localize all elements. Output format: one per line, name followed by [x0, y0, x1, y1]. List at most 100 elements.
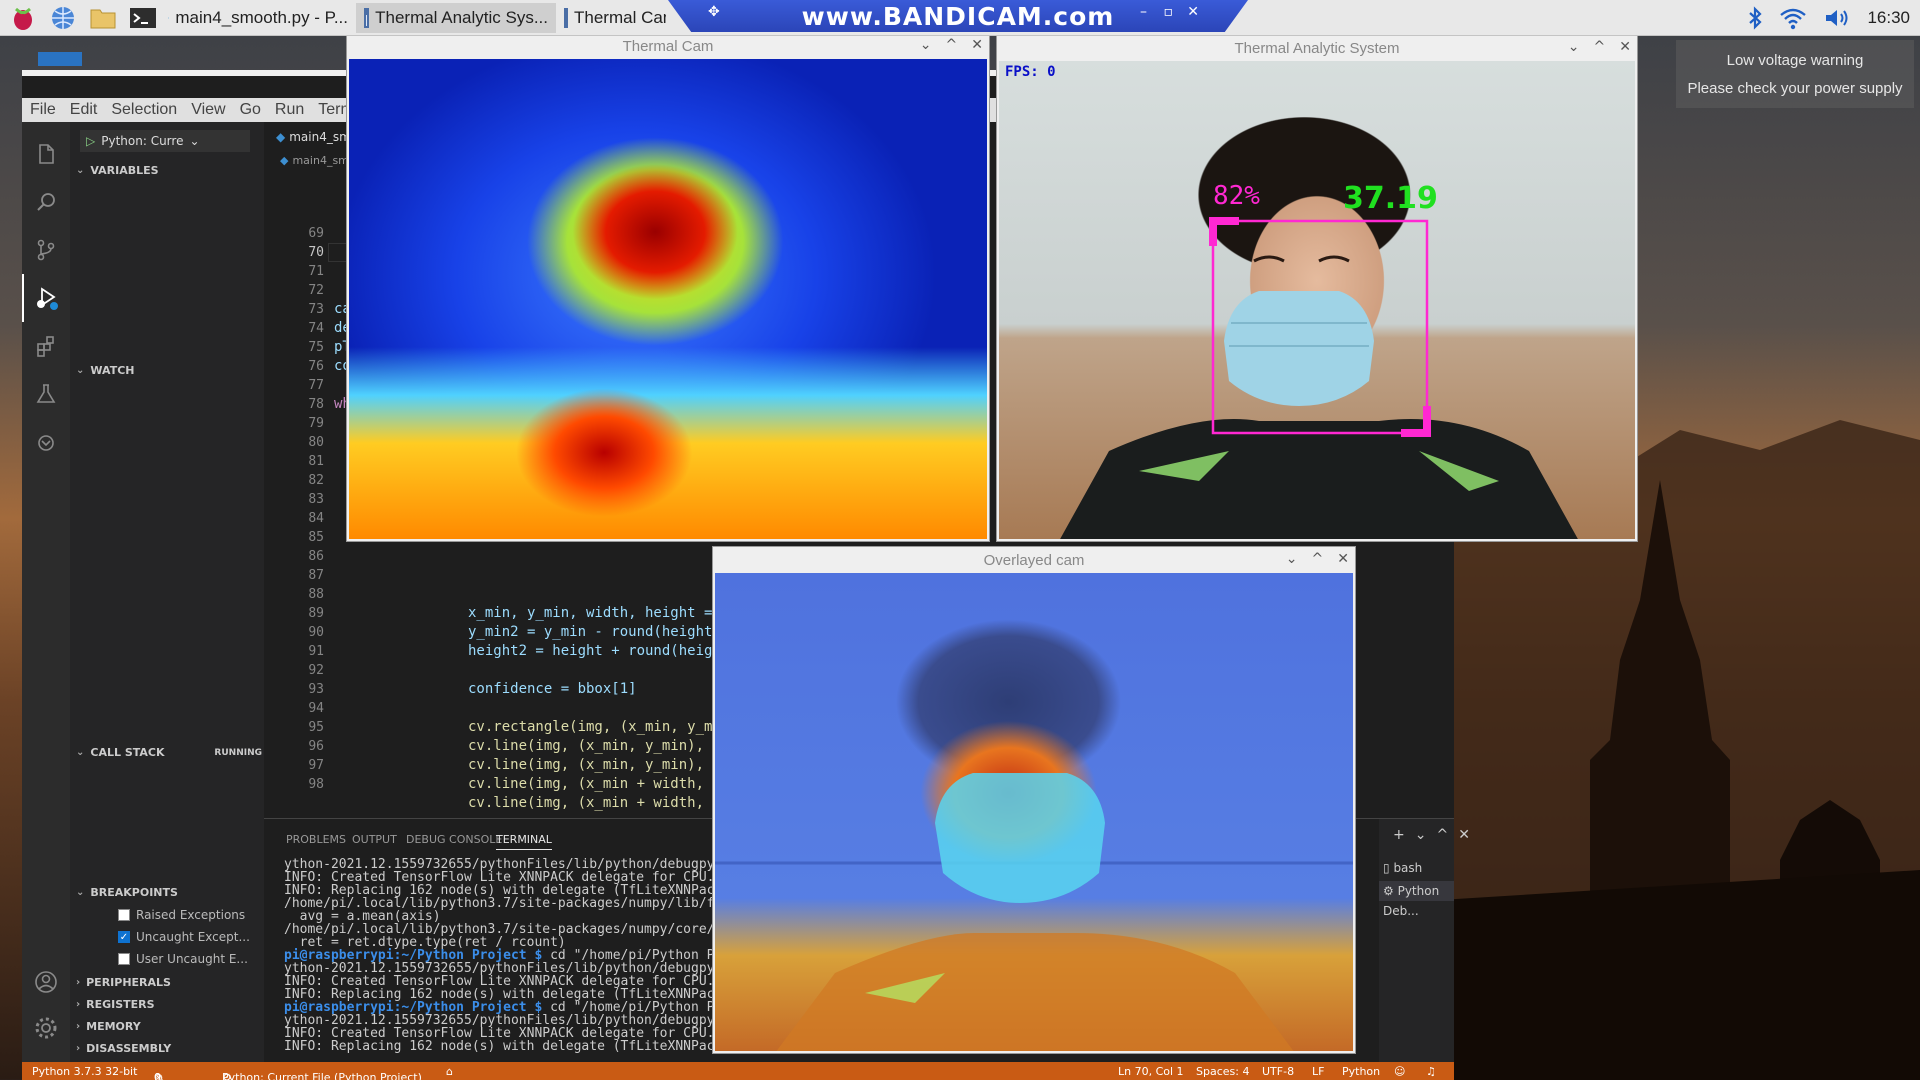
- vscode-logo-strip: [38, 52, 82, 66]
- recorder-pin-icon[interactable]: ✥: [708, 4, 721, 20]
- menu-view[interactable]: View: [191, 101, 225, 119]
- taskbar-task-label: main4_smooth.py - P...: [175, 7, 348, 27]
- breakpoint-uncaught-exceptions[interactable]: ✓ Uncaught Except...: [118, 930, 250, 944]
- menu-selection[interactable]: Selection: [111, 101, 177, 119]
- chevron-right-icon: ›: [76, 999, 81, 1010]
- tab-terminal[interactable]: TERMINAL: [496, 833, 552, 850]
- start-debugging-icon[interactable]: ▷: [86, 134, 95, 148]
- close-icon[interactable]: ✕: [1337, 551, 1349, 567]
- chevron-down-icon[interactable]: ⌄: [1415, 827, 1427, 843]
- explorer-icon[interactable]: [22, 130, 70, 178]
- call-stack-section[interactable]: ⌄ CALL STACK RUNNING: [76, 746, 262, 759]
- checkbox[interactable]: [118, 953, 130, 965]
- testing-icon[interactable]: [22, 370, 70, 418]
- vscode-icon: [168, 16, 170, 19]
- terminal-list-item-python-debug[interactable]: ⚙ Python Deb...: [1379, 881, 1454, 918]
- close-icon[interactable]: ✕: [971, 37, 983, 53]
- debug-config-label: Python: Curre: [101, 134, 184, 148]
- extensions-icon[interactable]: [22, 322, 70, 370]
- watch-section[interactable]: ⌄ WATCH: [76, 364, 134, 377]
- status-interpreter[interactable]: Python 3.7.3 32-bit: [32, 1065, 137, 1078]
- status-encoding[interactable]: UTF-8: [1262, 1065, 1294, 1078]
- line-number: 83: [308, 492, 324, 507]
- maximize-icon[interactable]: ^: [1312, 551, 1324, 567]
- bluetooth-icon[interactable]: [1747, 6, 1763, 30]
- code-line-97: cv.line(img, (x_min + width, y_m: [468, 776, 738, 792]
- code-line-90: height2 = height + round(height/: [468, 643, 738, 659]
- tab-problems[interactable]: PROBLEMS: [286, 833, 346, 846]
- line-number: 97: [308, 758, 324, 773]
- line-number: 81: [308, 454, 324, 469]
- thermal-cam-window[interactable]: Thermal Cam ⌄ ^ ✕: [346, 32, 990, 542]
- recorder-maximize-icon[interactable]: ▫: [1164, 4, 1175, 20]
- maximize-icon[interactable]: ^: [946, 37, 958, 53]
- debug-config-select[interactable]: ▷ Python: Curre ⌄: [80, 130, 250, 152]
- breakpoint-raised-exceptions[interactable]: Raised Exceptions: [118, 908, 245, 922]
- taskbar-task-vscode[interactable]: main4_smooth.py - P...: [160, 3, 356, 33]
- peripherals-header: PERIPHERALS: [86, 976, 171, 989]
- chevron-down-icon: ⌄: [189, 134, 200, 148]
- code-line-96: cv.line(img, (x_min, y_min), (x_: [468, 757, 738, 773]
- volume-icon[interactable]: [1823, 6, 1851, 30]
- minimize-icon[interactable]: ⌄: [1568, 39, 1580, 55]
- home-icon[interactable]: ⌂: [446, 1065, 453, 1078]
- tab-output[interactable]: OUTPUT: [352, 833, 397, 846]
- status-language[interactable]: Python: [1342, 1065, 1380, 1078]
- disassembly-section[interactable]: › DISASSEMBLY: [76, 1042, 171, 1055]
- clock[interactable]: 16:30: [1867, 8, 1910, 28]
- file-manager-icon[interactable]: [86, 2, 120, 34]
- minimize-icon[interactable]: ⌄: [1286, 551, 1298, 567]
- account-icon[interactable]: [22, 958, 70, 1006]
- thermal-analytic-window[interactable]: Thermal Analytic System ⌄ ^ ✕ FPS: 0 82%…: [996, 34, 1638, 542]
- overlayed-cam-window[interactable]: Overlayed cam ⌄ ^ ✕: [712, 546, 1356, 1054]
- taskbar-task-thermal-cam[interactable]: Thermal Cam: [556, 3, 666, 33]
- menu-file[interactable]: File: [30, 101, 56, 119]
- variables-section[interactable]: ⌄ VARIABLES: [76, 164, 159, 177]
- peripherals-section[interactable]: › PERIPHERALS: [76, 976, 171, 989]
- debug-sidebar: ▷ Python: Curre ⌄ ⌄ VARIABLES ⌄ WATCH ⌄ CAL…: [70, 122, 264, 1062]
- close-panel-icon[interactable]: ✕: [1458, 827, 1470, 843]
- terminal-list-item-bash[interactable]: ▯ bash: [1383, 861, 1422, 875]
- recorder-close-icon[interactable]: ✕: [1187, 4, 1200, 20]
- menu-edit[interactable]: Edit: [70, 101, 98, 119]
- raspberry-menu-icon[interactable]: [6, 2, 40, 34]
- status-indentation[interactable]: Spaces: 4: [1196, 1065, 1249, 1078]
- low-voltage-notification[interactable]: Low voltage warning Please check your po…: [1676, 40, 1914, 108]
- line-number: 96: [308, 739, 324, 754]
- activity-bar: [22, 122, 70, 1062]
- registers-section[interactable]: › REGISTERS: [76, 998, 155, 1011]
- feedback-icon[interactable]: ☺: [1394, 1065, 1405, 1078]
- recorder-minimize-icon[interactable]: –: [1140, 4, 1148, 20]
- new-terminal-icon[interactable]: +: [1393, 827, 1405, 843]
- minimize-icon[interactable]: ⌄: [920, 37, 932, 53]
- remote-explorer-icon[interactable]: [22, 418, 70, 466]
- run-debug-icon[interactable]: [22, 274, 70, 322]
- breadcrumb[interactable]: ◆ main4_smo: [280, 154, 356, 167]
- tab-debug-console[interactable]: DEBUG CONSOLE: [406, 833, 502, 846]
- maximize-icon[interactable]: ^: [1594, 39, 1606, 55]
- watch-header: WATCH: [90, 364, 135, 377]
- menu-go[interactable]: Go: [240, 101, 261, 119]
- source-control-icon[interactable]: [22, 226, 70, 274]
- checkbox[interactable]: [118, 909, 130, 921]
- maximize-panel-icon[interactable]: ^: [1436, 827, 1448, 843]
- breakpoint-user-uncaught[interactable]: User Uncaught E...: [118, 952, 248, 966]
- wifi-icon[interactable]: [1779, 6, 1807, 30]
- taskbar-task-analytic[interactable]: Thermal Analytic Sys...: [356, 2, 556, 33]
- menu-run[interactable]: Run: [275, 101, 304, 119]
- browser-icon[interactable]: [46, 2, 80, 34]
- status-cursor-position[interactable]: Ln 70, Col 1: [1118, 1065, 1184, 1078]
- terminal-icon[interactable]: [126, 2, 160, 34]
- line-number: 69: [308, 226, 324, 241]
- memory-section[interactable]: › MEMORY: [76, 1020, 141, 1033]
- search-icon[interactable]: [22, 178, 70, 226]
- checkbox[interactable]: ✓: [118, 931, 130, 943]
- code-line-94: cv.rectangle(img, (x_min, y_min: [468, 719, 730, 735]
- recorder-watermark: ✥ www.BANDICAM.com – ▫ ✕: [668, 0, 1248, 32]
- close-icon[interactable]: ✕: [1619, 39, 1631, 55]
- status-eol[interactable]: LF: [1312, 1065, 1324, 1078]
- window-title: Thermal Analytic System: [1234, 39, 1400, 57]
- gear-icon[interactable]: [22, 1004, 70, 1052]
- bell-icon[interactable]: ♫: [1426, 1065, 1436, 1078]
- breakpoints-section[interactable]: ⌄ BREAKPOINTS: [76, 886, 178, 899]
